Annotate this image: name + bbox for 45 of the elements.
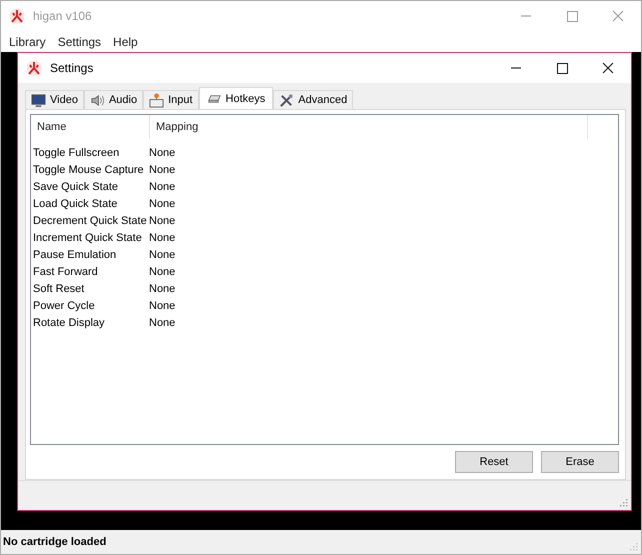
window-title: higan v106: [33, 9, 92, 23]
joystick-icon: [149, 92, 164, 108]
table-cell-text: Decrement Quick State: [32, 214, 148, 226]
table-cell: None: [149, 232, 176, 244]
tab[interactable]: Audio: [84, 90, 144, 109]
speaker-icon: [90, 92, 105, 108]
monitor-icon: [31, 92, 46, 108]
table-cell: None: [149, 316, 176, 328]
table-cell: None: [149, 282, 176, 294]
table-cell-text: Soft Reset: [32, 282, 86, 294]
tools-icon: [279, 92, 294, 108]
table-cell: None: [149, 248, 176, 260]
table-cell-text: Toggle Fullscreen: [32, 146, 120, 158]
table-cell: None: [149, 180, 176, 192]
table-cell-text: Load Quick State: [32, 198, 118, 210]
table-cell-text: Rotate Display: [32, 316, 106, 328]
app-logo-icon: [9, 8, 25, 24]
app-logo-icon: [26, 60, 42, 76]
menu-item[interactable]: Library: [3, 34, 52, 48]
table-cell-text: Increment Quick State: [32, 232, 143, 244]
resize-grip-icon[interactable]: [620, 499, 628, 507]
table-cell: None: [149, 214, 176, 226]
tab[interactable]: Input: [143, 90, 199, 109]
action-button[interactable]: Reset: [455, 451, 533, 473]
tab[interactable]: Hotkeys: [198, 87, 274, 109]
tab[interactable]: Advanced: [273, 90, 354, 109]
table-cell-text: Power Cycle: [32, 300, 96, 312]
menu-item[interactable]: Settings: [52, 34, 108, 48]
resize-grip-icon[interactable]: [630, 543, 638, 551]
menu-item[interactable]: Help: [107, 34, 144, 48]
table-cell-text: Fast Forward: [32, 266, 99, 278]
table-cell: None: [149, 266, 176, 278]
table-cell-text: Toggle Mouse Capture: [32, 164, 145, 176]
action-button[interactable]: Erase: [541, 451, 619, 473]
column-header[interactable]: Mapping: [150, 115, 588, 139]
tab[interactable]: Video: [25, 90, 84, 109]
dialog-title: Settings: [50, 61, 94, 75]
table-cell: None: [149, 300, 176, 312]
table-cell-text: Save Quick State: [32, 180, 119, 192]
column-header[interactable]: Name: [31, 115, 150, 139]
table-cell: None: [149, 164, 176, 176]
table-cell-text: Pause Emulation: [32, 248, 118, 260]
status-text: No cartridge loaded: [3, 536, 106, 548]
table-cell: None: [149, 198, 176, 210]
table-cell: None: [149, 146, 176, 158]
